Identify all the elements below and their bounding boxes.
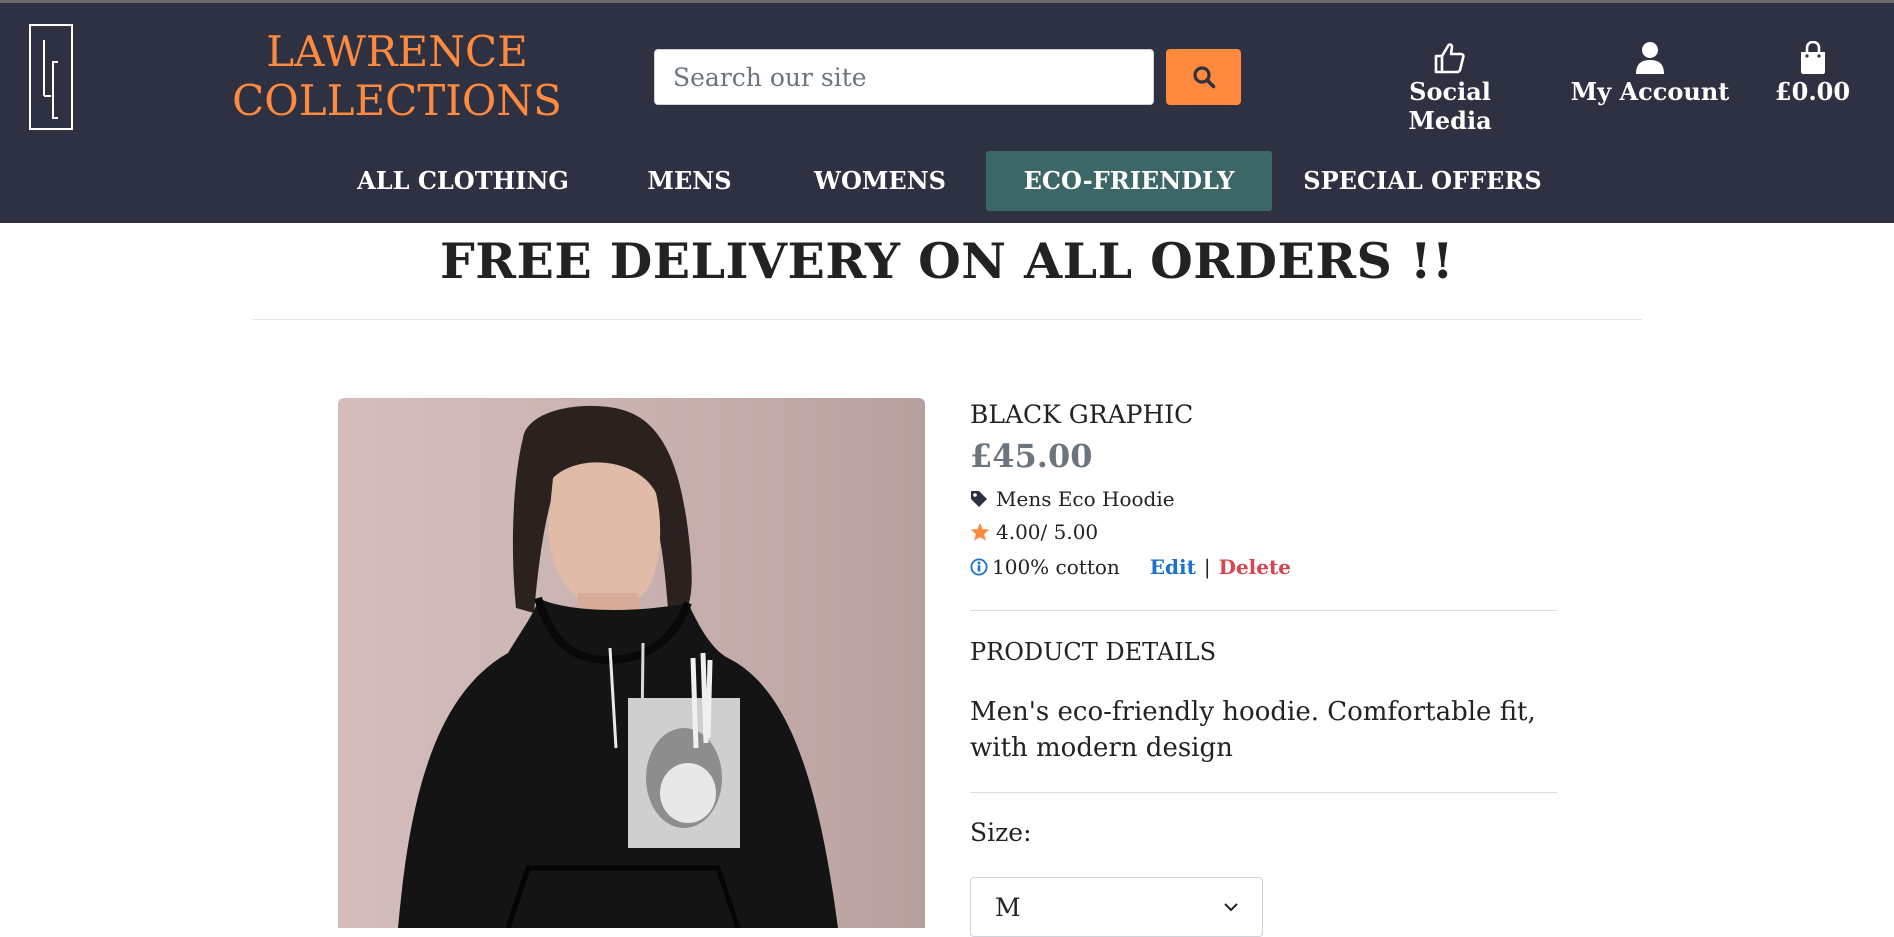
social-media-link[interactable]: Social Media (1370, 39, 1530, 135)
menu-item-womens[interactable]: WOMENS (800, 151, 960, 211)
main-menu: ALL CLOTHING MENS WOMENS ECO-FRIENDLY SP… (0, 151, 1894, 213)
menu-item-mens[interactable]: MENS (627, 151, 752, 211)
link-separator: | (1203, 555, 1211, 579)
brand-line-2: COLLECTIONS (232, 76, 562, 125)
brand-name[interactable]: LAWRENCE COLLECTIONS (232, 27, 562, 125)
product-category: Mens Eco Hoodie (970, 487, 1175, 511)
product-photo (338, 398, 925, 928)
edit-link[interactable]: Edit (1150, 555, 1196, 579)
rating-value: 4.00/ 5.00 (996, 520, 1099, 544)
product-details-heading: PRODUCT DETAILS (970, 638, 1217, 666)
social-media-label: Social Media (1408, 77, 1492, 135)
search-icon (1192, 66, 1215, 89)
site-header: LAWRENCE COLLECTIONS Social Media My Acc… (0, 3, 1894, 223)
brand-line-1: LAWRENCE (266, 27, 528, 76)
divider (970, 610, 1557, 611)
product-material: 100% cotton Edit | Delete (970, 555, 1291, 579)
menu-item-special-offers[interactable]: SPECIAL OFFERS (1300, 151, 1545, 211)
my-account-link[interactable]: My Account (1570, 39, 1730, 106)
shopping-bag-icon (1800, 41, 1825, 74)
size-label: Size: (970, 818, 1032, 847)
user-icon (1636, 42, 1664, 74)
star-icon (970, 522, 990, 541)
thumbs-up-icon (1434, 43, 1465, 74)
free-delivery-banner: FREE DELIVERY ON ALL ORDERS !! (439, 232, 1455, 290)
site-logo[interactable] (29, 24, 73, 130)
category-link[interactable]: Mens Eco Hoodie (996, 487, 1175, 511)
product-name: BLACK GRAPHIC (970, 400, 1194, 429)
my-account-label: My Account (1570, 77, 1730, 106)
search-button[interactable] (1166, 49, 1241, 105)
delete-link[interactable]: Delete (1219, 555, 1291, 579)
info-circle-icon (970, 558, 988, 576)
menu-item-all-clothing[interactable]: ALL CLOTHING (350, 151, 576, 211)
divider (252, 319, 1642, 320)
size-select[interactable]: M (970, 877, 1263, 937)
search-input[interactable] (654, 49, 1154, 105)
lc-logo-icon (43, 40, 58, 119)
divider (970, 792, 1557, 793)
product-rating: 4.00/ 5.00 (970, 520, 1098, 544)
chevron-down-icon (1224, 903, 1238, 912)
cart-total: £0.00 (1774, 77, 1851, 106)
product-price: £45.00 (970, 437, 1093, 475)
tag-icon (971, 491, 987, 507)
cart-link[interactable]: £0.00 (1765, 39, 1860, 106)
size-selected-value: M (995, 892, 1021, 922)
product-description: Men's eco-friendly hoodie. Comfortable f… (970, 697, 1536, 763)
product-image (338, 398, 925, 928)
menu-item-eco-friendly[interactable]: ECO-FRIENDLY (986, 151, 1272, 211)
material-value: 100% cotton (992, 555, 1120, 579)
